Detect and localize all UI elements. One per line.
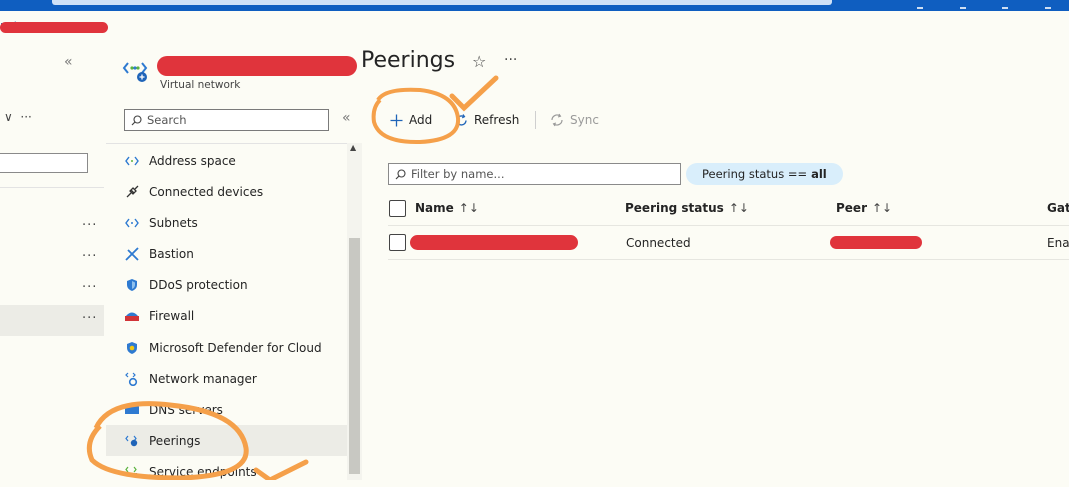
more-icon[interactable]: ··· xyxy=(504,52,517,68)
list-item[interactable]: ··· xyxy=(0,274,104,305)
page-title: Peerings xyxy=(361,48,456,73)
divider xyxy=(388,225,1069,226)
refresh-icon xyxy=(456,113,467,126)
redaction-mark xyxy=(0,22,108,33)
divider xyxy=(388,259,1069,260)
collapse-left-icon[interactable]: « xyxy=(64,54,73,70)
dns-icon xyxy=(122,404,142,416)
menu-item-label: Connected devices xyxy=(149,184,264,199)
row-gateway: Enal xyxy=(1047,236,1069,250)
refresh-label: Refresh xyxy=(474,113,520,127)
menu-search-input[interactable]: Search xyxy=(124,109,329,131)
menu-item-label: Peerings xyxy=(149,433,201,448)
sync-label: Sync xyxy=(570,113,599,127)
peerings-icon xyxy=(122,435,142,447)
menu-item-label: Bastion xyxy=(149,246,194,261)
plug-icon xyxy=(122,185,142,199)
notification-icon[interactable] xyxy=(917,3,924,9)
column-header-gateway[interactable]: Gate xyxy=(1047,201,1069,215)
divider xyxy=(0,187,104,188)
search-icon xyxy=(131,114,142,125)
menu-search-placeholder: Search xyxy=(147,113,187,127)
menu-item-label: Firewall xyxy=(149,308,195,323)
address-space-icon xyxy=(122,156,142,166)
sort-icon: ↑↓ xyxy=(458,201,479,215)
divider xyxy=(106,143,362,144)
menu-item-service-endpoints[interactable]: Service endpoints xyxy=(106,456,347,487)
menu-item-peerings[interactable]: Peerings xyxy=(106,425,347,456)
add-label: Add xyxy=(409,113,433,127)
pill-value: all xyxy=(811,167,827,181)
filter-by-name-input[interactable]: Filter by name... xyxy=(388,163,681,185)
menu-item-ddos-protection[interactable]: DDoS protection xyxy=(106,269,347,300)
feedback-icon[interactable] xyxy=(1044,3,1051,9)
search-icon xyxy=(395,168,406,179)
help-icon[interactable] xyxy=(1002,3,1009,9)
more-icon[interactable]: ··· xyxy=(82,280,97,295)
list-item[interactable]: ··· xyxy=(0,305,104,336)
annotation-checkmark xyxy=(449,75,499,112)
plus-icon xyxy=(390,114,403,126)
sync-button[interactable]: Sync xyxy=(550,110,599,130)
firewall-icon xyxy=(122,310,142,322)
row-peering-status: Connected xyxy=(626,236,691,250)
more-icon[interactable]: ··· xyxy=(82,218,97,233)
select-all-checkbox[interactable] xyxy=(389,200,406,217)
column-header-name[interactable]: Name ↑↓ xyxy=(415,201,479,215)
pill-prefix: Peering status == xyxy=(702,167,808,181)
redaction-mark xyxy=(410,235,578,250)
menu-item-network-manager[interactable]: Network manager xyxy=(106,363,347,394)
sort-icon: ↑↓ xyxy=(872,201,893,215)
scroll-up-icon[interactable]: ▲ xyxy=(350,143,356,152)
menu-item-dns-servers[interactable]: DNS servers xyxy=(106,394,347,425)
filter-placeholder: Filter by name... xyxy=(411,167,505,181)
menu-item-label: DDoS protection xyxy=(149,277,248,292)
row-checkbox[interactable] xyxy=(389,234,406,251)
menu-item-connected-devices[interactable]: Connected devices xyxy=(106,176,347,207)
left-filter-input[interactable] xyxy=(0,153,88,173)
menu-item-label: DNS servers xyxy=(149,402,223,417)
more-icon[interactable]: ··· xyxy=(82,249,97,264)
network-manager-icon xyxy=(122,372,142,386)
service-endpoints-icon xyxy=(122,466,142,478)
settings-icon[interactable] xyxy=(959,3,966,9)
defender-icon xyxy=(122,341,142,355)
redaction-mark xyxy=(830,236,922,249)
collapse-menu-icon[interactable]: « xyxy=(342,110,351,126)
menu-item-subnets[interactable]: Subnets xyxy=(106,207,347,238)
list-item[interactable]: ··· xyxy=(0,243,104,274)
column-header-peering-status[interactable]: Peering status ↑↓ xyxy=(625,201,749,215)
virtual-network-icon xyxy=(122,57,148,87)
menu-item-label: Microsoft Defender for Cloud xyxy=(149,340,322,355)
subnets-icon xyxy=(122,218,142,228)
list-item[interactable]: ··· xyxy=(0,212,104,243)
column-header-peer[interactable]: Peer ↑↓ xyxy=(836,201,892,215)
menu-item-defender[interactable]: Microsoft Defender for Cloud xyxy=(106,332,347,363)
toolbar-divider xyxy=(535,111,536,129)
chevron-down-icon[interactable]: ∨ ··· xyxy=(4,110,32,124)
menu-item-bastion[interactable]: Bastion xyxy=(106,238,347,269)
more-icon[interactable]: ··· xyxy=(82,311,97,326)
add-button[interactable]: Add xyxy=(390,110,432,130)
page-subtitle: Virtual network xyxy=(160,79,241,91)
menu-item-label: Subnets xyxy=(149,215,198,230)
menu-item-firewall[interactable]: Firewall xyxy=(106,300,347,331)
star-icon[interactable]: ☆ xyxy=(472,52,486,71)
menu-item-address-space[interactable]: Address space xyxy=(106,145,347,176)
menu-item-label: Network manager xyxy=(149,371,257,386)
global-search[interactable] xyxy=(52,0,832,5)
sort-icon: ↑↓ xyxy=(728,201,749,215)
menu-scrollbar-thumb[interactable] xyxy=(349,238,360,474)
top-bar-icons xyxy=(899,0,1069,11)
menu-item-label: Address space xyxy=(149,153,236,168)
menu-item-label: Service endpoints xyxy=(149,464,257,479)
redaction-mark xyxy=(157,56,357,76)
sync-icon xyxy=(551,113,563,127)
bastion-icon xyxy=(122,246,142,261)
refresh-button[interactable]: Refresh xyxy=(455,110,519,130)
shield-icon xyxy=(122,278,142,292)
peering-status-filter-pill[interactable]: Peering status == all xyxy=(686,163,843,185)
